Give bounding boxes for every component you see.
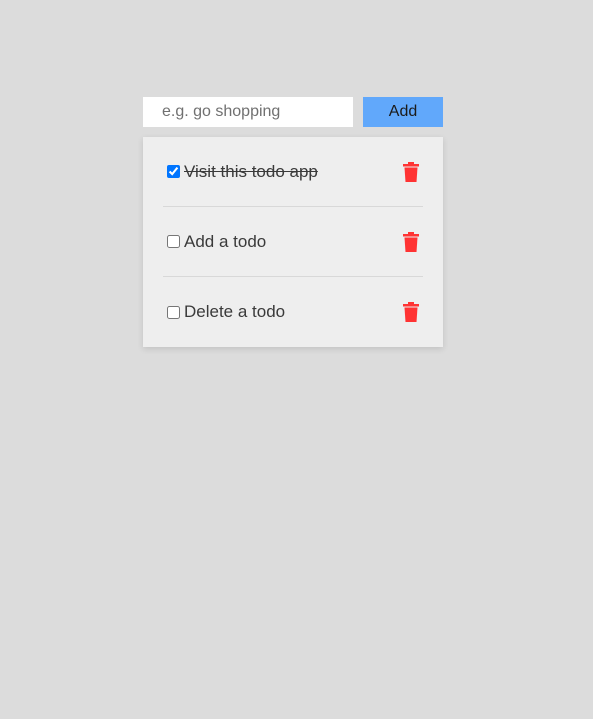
add-todo-form: Add: [143, 97, 443, 127]
todo-input[interactable]: [143, 97, 353, 127]
trash-icon[interactable]: [403, 161, 419, 182]
todo-list: Visit this todo app Add a todo Delete a …: [143, 137, 443, 347]
todo-label: Add a todo: [184, 231, 267, 251]
todo-label: Visit this todo app: [184, 161, 318, 181]
todo-checkbox[interactable]: [167, 305, 180, 319]
todo-item: Visit this todo app: [163, 137, 423, 207]
todo-app: Add Visit this todo app Add a todo Delet…: [143, 97, 443, 347]
add-button[interactable]: Add: [363, 97, 443, 127]
todo-checkbox[interactable]: [167, 235, 180, 248]
trash-icon[interactable]: [403, 302, 419, 322]
trash-icon[interactable]: [403, 231, 419, 252]
todo-item: Add a todo: [163, 207, 423, 277]
todo-item: Delete a todo: [163, 277, 423, 347]
todo-checkbox[interactable]: [167, 165, 180, 178]
todo-label: Delete a todo: [184, 302, 286, 321]
